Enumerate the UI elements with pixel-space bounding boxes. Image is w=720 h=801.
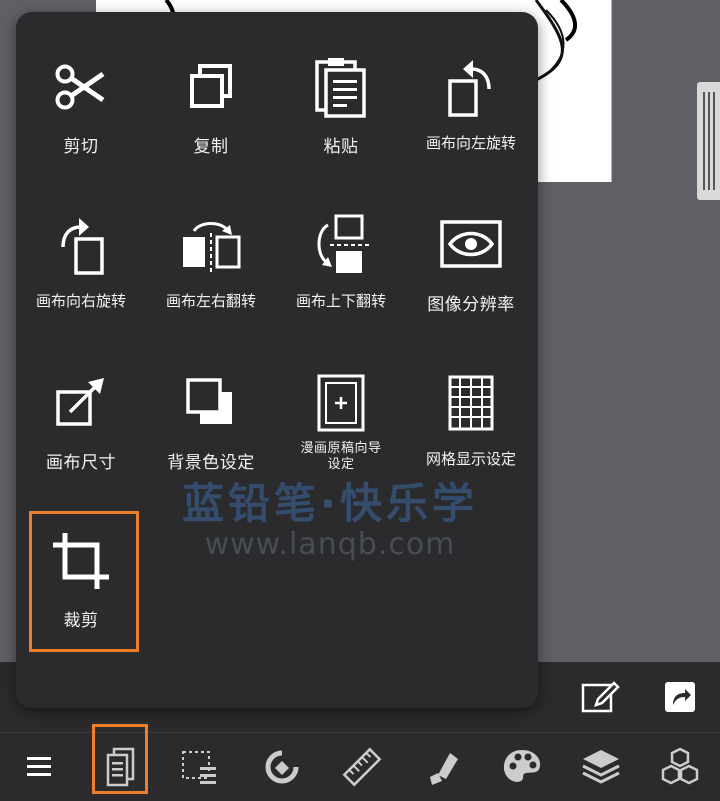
layers-icon[interactable]	[565, 733, 637, 801]
scissors-icon	[16, 52, 146, 122]
grid-icon	[406, 368, 536, 438]
background-color-label: 背景色设定	[167, 453, 255, 473]
color-palette-icon[interactable]	[486, 733, 558, 801]
cut-button[interactable]: 剪切	[16, 12, 146, 167]
manga-guide-label: 漫画原稿向导设定	[276, 441, 406, 473]
transform-icon[interactable]	[246, 733, 318, 801]
flip-vertical-icon	[276, 210, 406, 280]
rotate-canvas-right-button[interactable]: 画布向右旋转	[16, 170, 146, 325]
cut-label: 剪切	[63, 137, 99, 157]
edit-canvas-icon[interactable]	[575, 672, 625, 722]
image-resolution-label: 图像分辨率	[427, 295, 515, 315]
resolution-eye-icon	[406, 210, 536, 280]
ruler-icon[interactable]	[326, 733, 398, 801]
rotate-canvas-left-icon	[406, 52, 536, 122]
paste-icon	[276, 52, 406, 122]
edit-menu-highlight-box	[92, 724, 148, 794]
rotate-canvas-right-icon	[16, 210, 146, 280]
side-panel-handle[interactable]	[697, 82, 720, 200]
image-resolution-button[interactable]: 图像分辨率	[406, 170, 536, 325]
rotate-canvas-right-label: 画布向右旋转	[35, 292, 126, 310]
canvas-size-button[interactable]: 画布尺寸	[16, 328, 146, 483]
crop-highlight-box	[29, 511, 139, 652]
flip-vertical-button[interactable]: 画布上下翻转	[276, 170, 406, 325]
copy-icon	[146, 52, 276, 122]
rotate-canvas-left-button[interactable]: 画布向左旋转	[406, 12, 536, 167]
manga-guide-icon	[276, 368, 406, 438]
flip-vertical-label: 画布上下翻转	[295, 292, 386, 310]
menu-icon[interactable]	[3, 733, 75, 801]
grid-display-button[interactable]: 网格显示设定	[406, 328, 536, 483]
canvas-size-icon	[16, 368, 146, 438]
fill-icon[interactable]	[408, 733, 480, 801]
manga-guide-button[interactable]: 漫画原稿向导设定	[276, 328, 406, 483]
background-color-icon	[146, 368, 276, 438]
manga-guide-label-text: 漫画原稿向导设定	[300, 441, 382, 472]
copy-label: 复制	[193, 137, 229, 157]
paste-label: 粘贴	[323, 137, 359, 157]
share-icon[interactable]	[655, 672, 705, 722]
selection-icon[interactable]	[164, 733, 236, 801]
flip-horizontal-icon	[146, 210, 276, 280]
background-color-button[interactable]: 背景色设定	[146, 328, 276, 483]
canvas-size-label: 画布尺寸	[46, 453, 116, 473]
grid-display-label: 网格显示设定	[425, 450, 516, 468]
flip-horizontal-button[interactable]: 画布左右翻转	[146, 170, 276, 325]
rotate-canvas-left-label: 画布向左旋转	[425, 134, 516, 152]
copy-button[interactable]: 复制	[146, 12, 276, 167]
flip-horizontal-label: 画布左右翻转	[165, 292, 256, 310]
paste-button[interactable]: 粘贴	[276, 12, 406, 167]
materials-icon[interactable]	[644, 733, 716, 801]
